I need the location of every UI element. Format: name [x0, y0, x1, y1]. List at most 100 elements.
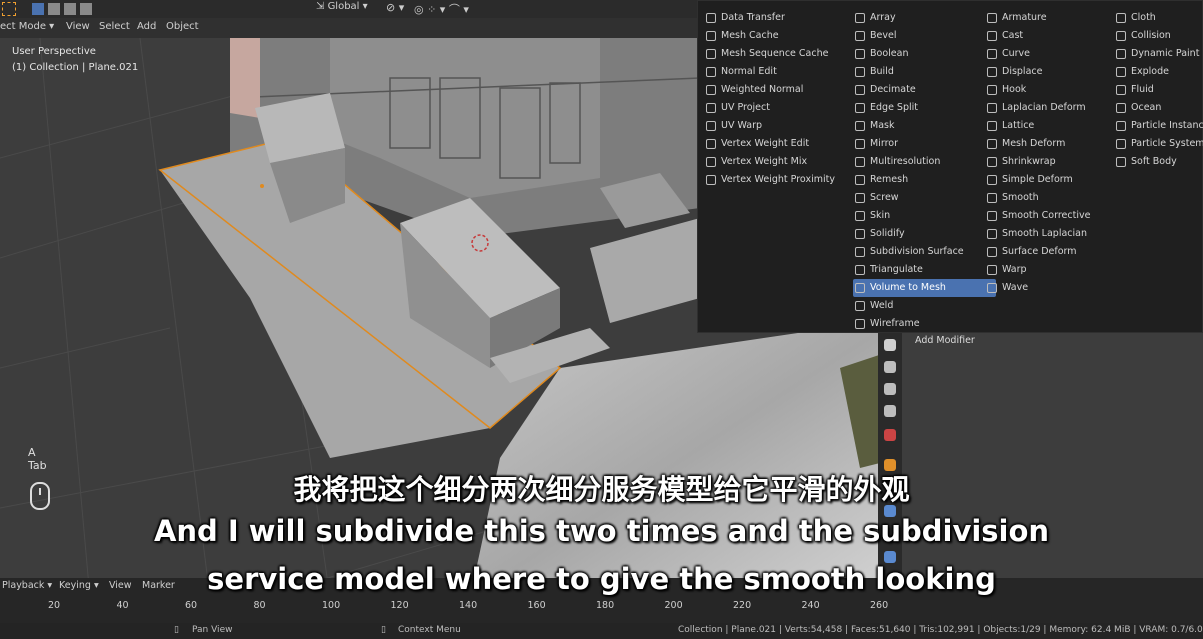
modifier-remesh-icon	[855, 175, 865, 185]
modifier-item-weld[interactable]: Weld	[853, 297, 996, 315]
mode-dropdown[interactable]: ect Mode ▾	[0, 21, 54, 32]
modifier-item-vertex-weight-edit[interactable]: Vertex Weight Edit	[704, 135, 847, 153]
modifier-item-cast[interactable]: Cast	[985, 27, 1128, 45]
modifier-item-bevel[interactable]: Bevel	[853, 27, 996, 45]
modifier-mesh-sequence-cache-icon	[706, 49, 716, 59]
modifier-item-label: Volume to Mesh	[870, 282, 946, 293]
modifier-item-label: Lattice	[1002, 120, 1035, 131]
modifier-mask-icon	[855, 121, 865, 131]
modifier-item-hook[interactable]: Hook	[985, 81, 1128, 99]
modifier-item-build[interactable]: Build	[853, 63, 996, 81]
modifier-armature-icon	[987, 13, 997, 23]
modifier-item-vertex-weight-proximity[interactable]: Vertex Weight Proximity	[704, 171, 847, 189]
render-tab-icon[interactable]	[884, 361, 896, 373]
modifier-item-displace[interactable]: Displace	[985, 63, 1128, 81]
menu-select[interactable]: Select	[99, 21, 130, 32]
modifier-wave-icon	[987, 283, 997, 293]
modifier-item-collision[interactable]: Collision	[1114, 27, 1203, 45]
modifier-item-armature[interactable]: Armature	[985, 9, 1128, 27]
transform-orientation-dropdown[interactable]: ⇲ Global ▾	[316, 1, 368, 12]
modifier-item-explode[interactable]: Explode	[1114, 63, 1203, 81]
timeline-tick: 140	[459, 600, 478, 611]
status-context-menu: Context Menu	[398, 625, 461, 635]
timeline-tick: 160	[527, 600, 546, 611]
modifier-item-triangulate[interactable]: Triangulate	[853, 261, 996, 279]
modifier-item-wireframe[interactable]: Wireframe	[853, 315, 996, 333]
modifier-item-mirror[interactable]: Mirror	[853, 135, 996, 153]
tool-tab-icon[interactable]	[884, 339, 896, 351]
modifier-item-array[interactable]: Array	[853, 9, 996, 27]
select-box-icon[interactable]	[2, 2, 16, 16]
modifier-item-weighted-normal[interactable]: Weighted Normal	[704, 81, 847, 99]
modifier-item-curve[interactable]: Curve	[985, 45, 1128, 63]
modifier-particle-system-icon	[1116, 139, 1126, 149]
add-modifier-button[interactable]: Add Modifier	[909, 333, 1203, 349]
modifier-item-volume-to-mesh[interactable]: Volume to Mesh	[853, 279, 996, 297]
modifier-item-multiresolution[interactable]: Multiresolution	[853, 153, 996, 171]
modifier-item-warp[interactable]: Warp	[985, 261, 1128, 279]
modifier-item-lattice[interactable]: Lattice	[985, 117, 1128, 135]
modifier-item-skin[interactable]: Skin	[853, 207, 996, 225]
modifier-item-label: Vertex Weight Edit	[721, 138, 810, 149]
modifier-item-decimate[interactable]: Decimate	[853, 81, 996, 99]
select-mode-icons[interactable]	[32, 3, 102, 15]
modifier-item-simple-deform[interactable]: Simple Deform	[985, 171, 1128, 189]
menu-view[interactable]: View	[66, 21, 90, 32]
modifier-item-label: Displace	[1002, 66, 1043, 77]
modifier-item-uv-project[interactable]: UV Project	[704, 99, 847, 117]
modifier-item-surface-deform[interactable]: Surface Deform	[985, 243, 1128, 261]
modifier-item-edge-split[interactable]: Edge Split	[853, 99, 996, 117]
modifier-item-ocean[interactable]: Ocean	[1114, 99, 1203, 117]
proportional-edit-icon[interactable]: ◎ ⁘ ▾ ⌒ ▾	[414, 1, 469, 17]
modifier-item-label: Subdivision Surface	[870, 246, 964, 257]
modifier-item-smooth-corrective[interactable]: Smooth Corrective	[985, 207, 1128, 225]
modifier-multiresolution-icon	[855, 157, 865, 167]
modifier-item-mesh-sequence-cache[interactable]: Mesh Sequence Cache	[704, 45, 847, 63]
modifier-item-remesh[interactable]: Remesh	[853, 171, 996, 189]
modifier-item-solidify[interactable]: Solidify	[853, 225, 996, 243]
modifier-item-smooth-laplacian[interactable]: Smooth Laplacian	[985, 225, 1128, 243]
modifier-mesh-deform-icon	[987, 139, 997, 149]
modifier-item-data-transfer[interactable]: Data Transfer	[704, 9, 847, 27]
modifier-item-particle-system[interactable]: Particle System	[1114, 135, 1203, 153]
modifier-item-laplacian-deform[interactable]: Laplacian Deform	[985, 99, 1128, 117]
modifier-item-label: Shrinkwrap	[1002, 156, 1056, 167]
modifier-item-vertex-weight-mix[interactable]: Vertex Weight Mix	[704, 153, 847, 171]
menu-object[interactable]: Object	[166, 21, 199, 32]
modifier-item-uv-warp[interactable]: UV Warp	[704, 117, 847, 135]
modifier-item-soft-body[interactable]: Soft Body	[1114, 153, 1203, 171]
menu-add[interactable]: Add	[137, 21, 156, 32]
modifier-item-boolean[interactable]: Boolean	[853, 45, 996, 63]
modifier-item-label: Triangulate	[870, 264, 923, 275]
modifier-item-normal-edit[interactable]: Normal Edit	[704, 63, 847, 81]
modifier-item-dynamic-paint[interactable]: Dynamic Paint	[1114, 45, 1203, 63]
snap-icon[interactable]: ⊘ ▾	[386, 1, 404, 14]
view-layer-tab-icon[interactable]	[884, 405, 896, 417]
modifier-item-label: Weighted Normal	[721, 84, 804, 95]
subtitle-english-line1: And I will subdivide this two times and …	[153, 514, 1050, 548]
modifier-item-shrinkwrap[interactable]: Shrinkwrap	[985, 153, 1128, 171]
modifier-item-label: Curve	[1002, 48, 1031, 59]
modifier-item-mesh-deform[interactable]: Mesh Deform	[985, 135, 1128, 153]
modifier-item-fluid[interactable]: Fluid	[1114, 81, 1203, 99]
modifier-item-screw[interactable]: Screw	[853, 189, 996, 207]
modifier-item-cloth[interactable]: Cloth	[1114, 9, 1203, 27]
modifier-mesh-cache-icon	[706, 31, 716, 41]
modifier-item-subdivision-surface[interactable]: Subdivision Surface	[853, 243, 996, 261]
modifier-item-label: Soft Body	[1131, 156, 1177, 167]
scene-tab-icon[interactable]	[884, 429, 896, 441]
modifier-item-wave[interactable]: Wave	[985, 279, 1128, 297]
modifier-wireframe-icon	[855, 319, 865, 329]
modifier-item-particle-instance[interactable]: Particle Instance	[1114, 117, 1203, 135]
modifier-item-label: Surface Deform	[1002, 246, 1077, 257]
viewport-info: User Perspective (1) Collection | Plane.…	[12, 44, 138, 76]
modifier-item-mesh-cache[interactable]: Mesh Cache	[704, 27, 847, 45]
output-tab-icon[interactable]	[884, 383, 896, 395]
modifier-item-label: Normal Edit	[721, 66, 777, 77]
modifier-item-mask[interactable]: Mask	[853, 117, 996, 135]
modifier-item-smooth[interactable]: Smooth	[985, 189, 1128, 207]
modifier-item-label: Particle Instance	[1131, 120, 1203, 131]
subtitle-english-line2: service model where to give the smooth l…	[207, 562, 996, 596]
modifier-item-label: Screw	[870, 192, 899, 203]
modifier-curve-icon	[987, 49, 997, 59]
